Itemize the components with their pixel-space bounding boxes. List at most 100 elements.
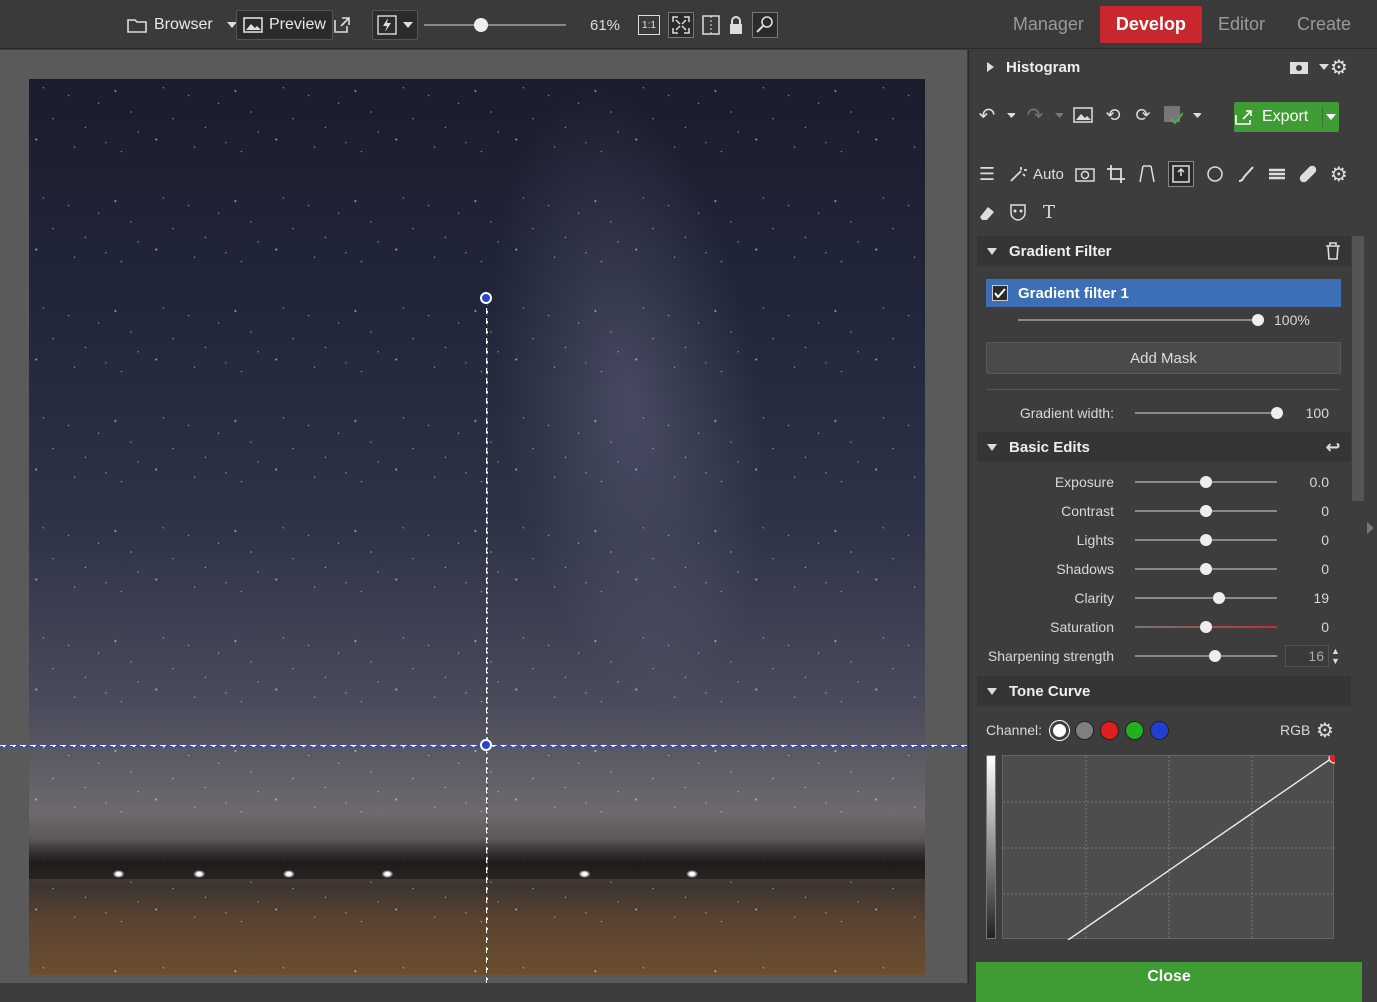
gear-icon[interactable]: ⚙ [1315, 720, 1335, 742]
gradient-filter-icon[interactable] [1167, 161, 1194, 187]
tab-create[interactable]: Create [1281, 6, 1367, 43]
split-view-icon[interactable] [702, 15, 720, 35]
basic-edit-row: Exposure 0.0 [977, 468, 1351, 496]
gradient-center-handle[interactable] [480, 739, 492, 751]
basic-edit-row: Sharpening strength ▲ ▼ 16 [977, 642, 1351, 670]
original-image-icon[interactable] [1073, 105, 1093, 125]
fit-screen-icon[interactable] [668, 12, 694, 38]
rotate-right-icon[interactable]: ⟳ [1133, 105, 1153, 125]
channel-swatch[interactable] [1100, 720, 1120, 740]
chevron-down-icon[interactable] [1055, 105, 1063, 125]
basic-edits-header[interactable]: Basic Edits ↩ [977, 432, 1351, 462]
preview-button[interactable]: Preview [236, 10, 333, 40]
develop-panel: Histogram ⚙ ↶ ↷ ⟲ ⟳ Export ☰ Auto ⚙ T Gr… [968, 50, 1377, 1002]
save-icon[interactable] [1163, 105, 1183, 125]
basic-edit-row: Contrast 0 [977, 497, 1351, 525]
histogram-header[interactable]: Histogram ⚙ [977, 52, 1351, 82]
magic-wand-icon[interactable] [1008, 164, 1028, 184]
channel-swatch[interactable] [1075, 720, 1095, 740]
export-icon [1234, 107, 1254, 127]
tone-curve-header[interactable]: Tone Curve [977, 676, 1351, 706]
sliders-icon[interactable]: ☰ [977, 164, 997, 184]
channel-label: Channel: [986, 722, 1043, 738]
brush-icon[interactable] [1236, 164, 1256, 184]
tab-editor[interactable]: Editor [1202, 6, 1281, 43]
channel-mode: RGB [1280, 722, 1311, 738]
stepper-icon[interactable]: ▲ ▼ [1331, 646, 1340, 666]
chevron-down-icon[interactable] [1193, 105, 1201, 125]
gradient-width-track[interactable] [1135, 412, 1277, 414]
slider-knob[interactable] [1200, 505, 1212, 517]
rotate-left-icon[interactable]: ⟲ [1103, 105, 1123, 125]
quick-fix-button[interactable] [372, 10, 418, 40]
slider-value: 0 [1321, 619, 1329, 635]
radial-filter-icon[interactable] [1205, 164, 1225, 184]
text-tool-icon[interactable]: T [1039, 202, 1059, 223]
external-open-button[interactable] [332, 10, 352, 40]
slider-knob[interactable] [1212, 592, 1225, 604]
gradient-filter-item[interactable]: Gradient filter 1 [986, 279, 1341, 307]
image-viewer[interactable] [0, 50, 967, 983]
opacity-slider-knob[interactable] [1252, 314, 1264, 326]
bandage-icon[interactable] [1298, 164, 1318, 184]
slider-knob[interactable] [1208, 650, 1221, 662]
panel-scrollbar[interactable] [1352, 236, 1364, 501]
camera-icon[interactable] [1289, 57, 1309, 77]
gradient-filter-checkbox[interactable] [992, 285, 1008, 301]
gradient-filter-item-label: Gradient filter 1 [1018, 284, 1129, 302]
trash-icon[interactable] [1323, 241, 1343, 261]
add-mask-button[interactable]: Add Mask [986, 342, 1341, 374]
zoom-slider-knob[interactable] [473, 18, 488, 32]
export-button[interactable]: Export [1234, 102, 1339, 132]
edit-toolbar: ↶ ↷ ⟲ ⟳ [977, 105, 1201, 127]
layers-icon[interactable] [1267, 164, 1287, 184]
gear-icon[interactable]: ⚙ [1329, 164, 1349, 186]
curve-point[interactable] [1328, 752, 1340, 764]
chevron-down-icon[interactable] [403, 22, 413, 28]
slider-knob[interactable] [1200, 476, 1212, 488]
one-to-one-icon[interactable]: 1:1 [638, 15, 660, 35]
slider-track[interactable] [1135, 597, 1277, 599]
undo-icon[interactable]: ↶ [977, 105, 997, 127]
channel-swatch[interactable] [1125, 720, 1145, 740]
close-button[interactable]: Close [976, 962, 1362, 1002]
gradient-top-handle[interactable] [480, 292, 492, 304]
camera-icon[interactable] [1075, 164, 1095, 184]
basic-edits-title: Basic Edits [1009, 438, 1090, 456]
slider-knob[interactable] [1200, 563, 1212, 575]
basic-edit-row: Saturation 0 [977, 613, 1351, 641]
channel-swatch[interactable] [1150, 720, 1170, 740]
compare-zoom-icon[interactable] [752, 12, 778, 38]
channel-swatch[interactable] [1050, 720, 1070, 740]
slider-knob[interactable] [1200, 534, 1212, 546]
reset-icon[interactable]: ↩ [1323, 437, 1343, 457]
close-label: Close [1147, 968, 1191, 985]
zoom-value: 61% [590, 16, 621, 34]
chevron-down-icon[interactable] [1322, 107, 1339, 127]
perspective-icon[interactable] [1137, 164, 1157, 184]
tool-icons-row-2: T [977, 202, 1059, 223]
redo-icon[interactable]: ↷ [1025, 105, 1045, 127]
channel-row: Channel: RGB ⚙ [977, 716, 1351, 744]
auto-label[interactable]: Auto [1033, 166, 1064, 183]
slider-knob[interactable] [1200, 621, 1212, 633]
crop-icon[interactable] [1106, 164, 1126, 184]
opacity-slider-track[interactable] [1018, 319, 1258, 321]
tab-develop[interactable]: Develop [1099, 6, 1202, 43]
eraser-icon[interactable] [977, 202, 997, 222]
folder-icon [126, 16, 148, 34]
collapse-panel-arrow-icon[interactable] [1367, 522, 1374, 534]
gradient-filter-header[interactable]: Gradient Filter [977, 236, 1351, 266]
lock-icon[interactable] [728, 15, 744, 35]
slider-track[interactable] [1135, 655, 1277, 657]
tab-manager[interactable]: Manager [997, 6, 1100, 43]
tone-curve-graph[interactable] [1002, 752, 1340, 941]
gear-icon[interactable]: ⚙ [1329, 57, 1349, 79]
zoom-slider[interactable] [424, 10, 569, 40]
tone-curve-title: Tone Curve [1009, 682, 1091, 700]
export-label: Export [1262, 108, 1309, 125]
slider-label: Contrast [1061, 503, 1114, 519]
mask-face-icon[interactable] [1008, 202, 1028, 222]
chevron-down-icon[interactable] [1007, 105, 1015, 125]
browser-button[interactable]: Browser [120, 10, 243, 40]
